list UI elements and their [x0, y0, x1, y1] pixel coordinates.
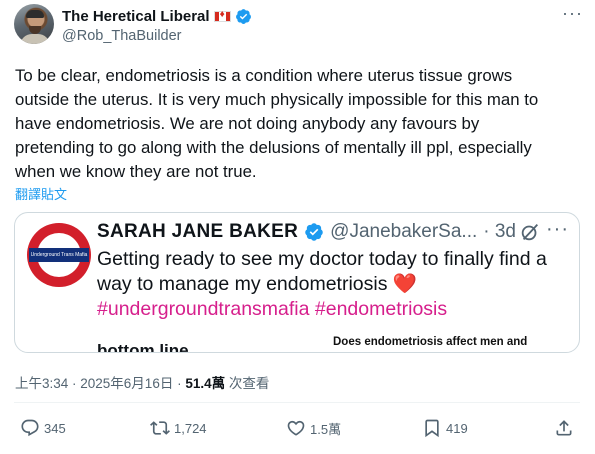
- repost-count: 1,724: [174, 420, 207, 436]
- reply-icon: [21, 419, 39, 437]
- repost-icon: [150, 421, 170, 435]
- heart-emoji-icon: ❤️: [392, 273, 418, 295]
- quoted-more-icon: ···: [546, 218, 569, 240]
- action-bar: 345 1,724 1.5萬 419: [14, 418, 580, 446]
- quoted-time: · 3d: [483, 221, 516, 242]
- bookmark-button[interactable]: 419: [422, 418, 468, 438]
- tweet-body-text: To be clear, endometriosis is a conditio…: [15, 66, 539, 181]
- more-options-icon[interactable]: ···: [562, 4, 582, 26]
- author-handle[interactable]: @Rob_ThaBuilder: [62, 28, 182, 44]
- tweet-header: The Heretical Liberal @Rob_ThaBuilder ··…: [14, 4, 584, 48]
- reply-button[interactable]: 345: [20, 418, 66, 438]
- grok-icon: [521, 224, 539, 241]
- quoted-text-body: Getting ready to see my doctor today to …: [97, 248, 547, 295]
- views-count: 51.4萬: [185, 376, 226, 391]
- timestamp[interactable]: 上午3:34 · 2025年6月16日 ·: [15, 376, 185, 391]
- quoted-partial-heading: bottom line: [97, 341, 189, 353]
- share-button[interactable]: [554, 418, 574, 438]
- quoted-avatar-roundel-icon: Underground Trans Mafia: [27, 223, 91, 287]
- quoted-display-name: SARAH JANE BAKER: [97, 221, 299, 242]
- divider: [14, 402, 580, 403]
- views-label: 次查看: [225, 376, 270, 391]
- quoted-handle: @JanebakerSa...: [330, 221, 478, 242]
- tweet-meta: 上午3:34 · 2025年6月16日 · 51.4萬 次查看: [15, 372, 269, 392]
- author-avatar[interactable]: [14, 4, 54, 44]
- bookmark-count: 419: [446, 420, 468, 436]
- quoted-partial-question: Does endometriosis affect men and: [333, 336, 528, 348]
- canada-flag-icon: [213, 9, 231, 22]
- bookmark-icon: [425, 419, 439, 438]
- like-count: 1.5萬: [310, 421, 342, 437]
- translate-post-link[interactable]: 翻譯貼文: [15, 184, 67, 203]
- share-icon: [556, 420, 572, 436]
- quoted-name-row: SARAH JANE BAKER @JanebakerSa... · 3d: [97, 221, 516, 243]
- like-button[interactable]: 1.5萬: [286, 418, 341, 438]
- author-name-row: The Heretical Liberal: [62, 8, 252, 25]
- reply-count: 345: [44, 420, 66, 436]
- verified-badge-icon: [235, 9, 251, 24]
- author-display-name[interactable]: The Heretical Liberal: [62, 8, 210, 25]
- quoted-hashtags: #undergroundtransmafia #endometriosis: [97, 298, 448, 320]
- quoted-text: Getting ready to see my doctor today to …: [97, 247, 567, 322]
- repost-button[interactable]: 1,724: [150, 418, 207, 438]
- heart-icon: [287, 420, 305, 436]
- roundel-text: Underground Trans Mafia: [29, 248, 89, 262]
- quoted-verified-badge-icon: [305, 223, 323, 241]
- quoted-image-card[interactable]: Underground Trans Mafia SARAH JANE BAKER…: [14, 212, 580, 353]
